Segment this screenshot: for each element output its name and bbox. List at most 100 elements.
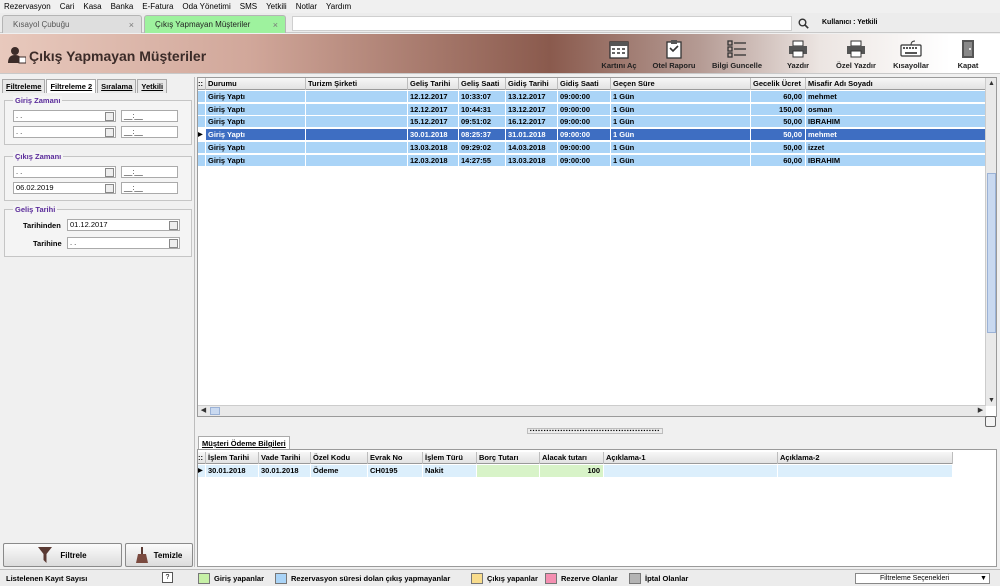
input-value: __:__ bbox=[124, 127, 143, 136]
shortcuts-button[interactable]: Kısayollar bbox=[888, 37, 934, 73]
search-input[interactable] bbox=[292, 16, 792, 31]
exit-date-to-input[interactable]: 06.02.2019 bbox=[13, 182, 116, 194]
scroll-left-icon[interactable]: ◀ bbox=[199, 406, 208, 415]
menu-yardim[interactable]: Yardım bbox=[322, 2, 356, 11]
filter-button[interactable]: Filtrele bbox=[3, 543, 122, 567]
col-gelis-tarihi[interactable]: Geliş Tarihi bbox=[408, 78, 459, 90]
scroll-thumb[interactable] bbox=[987, 173, 996, 333]
menu-oda-yonetimi[interactable]: Oda Yönetimi bbox=[178, 2, 235, 11]
print-button[interactable]: Yazdır bbox=[776, 37, 820, 73]
menu-sms[interactable]: SMS bbox=[236, 2, 262, 11]
calendar-icon[interactable] bbox=[169, 221, 178, 230]
tab-musteri-odeme-bilgileri[interactable]: Müşteri Ödeme Bilgileri bbox=[198, 436, 290, 449]
entry-time-to-input[interactable]: __:__ bbox=[121, 126, 178, 138]
close-icon[interactable]: × bbox=[273, 20, 278, 30]
menu-rezervasyon[interactable]: Rezervasyon bbox=[0, 2, 56, 11]
entry-date-to-input[interactable]: . . bbox=[13, 126, 116, 138]
grid-options-button[interactable] bbox=[985, 416, 996, 427]
col-aciklama-1[interactable]: Açıklama-1 bbox=[604, 452, 778, 464]
cell: 1 Gün bbox=[611, 141, 751, 154]
col-durumu[interactable]: Durumu bbox=[206, 78, 306, 90]
tab-yetkili[interactable]: Yetkili bbox=[137, 79, 168, 93]
scroll-down-icon[interactable]: ▼ bbox=[987, 396, 996, 405]
scroll-up-icon[interactable]: ▲ bbox=[987, 79, 996, 88]
col-ozel-kodu[interactable]: Özel Kodu bbox=[311, 452, 368, 464]
table-row[interactable]: Giriş Yaptı 12.12.2017 10:44:31 13.12.2017 0… bbox=[198, 103, 986, 116]
tab-cikis-yapmayan-musteriler[interactable]: Çıkış Yapmayan Müşteriler × bbox=[144, 15, 286, 33]
legend-iptal-olanlar: İptal Olanlar bbox=[629, 573, 688, 584]
horizontal-scrollbar[interactable]: ◀ ▶ bbox=[198, 405, 986, 416]
scroll-thumb[interactable] bbox=[210, 407, 220, 415]
col-aciklama-2[interactable]: Açıklama-2 bbox=[778, 452, 953, 464]
calendar-icon[interactable] bbox=[169, 239, 178, 248]
menu-kasa[interactable]: Kasa bbox=[79, 2, 106, 11]
table-row[interactable]: Giriş Yaptı 12.03.2018 14:27:55 13.03.2018 0… bbox=[198, 154, 986, 167]
col-gidis-tarihi[interactable]: Gidiş Tarihi bbox=[506, 78, 558, 90]
col-alacak-tutari[interactable]: Alacak tutarı bbox=[540, 452, 604, 464]
col-evrak-no[interactable]: Evrak No bbox=[368, 452, 423, 464]
cell: 12.12.2017 bbox=[408, 91, 459, 103]
tab-filtreleme[interactable]: Filtreleme bbox=[2, 79, 46, 93]
search-icon[interactable] bbox=[794, 15, 812, 32]
exit-time-group: Çıkış Zamanı . . __:__ 06.02.2019 __:__ bbox=[4, 152, 192, 201]
exit-time-to-input[interactable]: __:__ bbox=[121, 182, 178, 194]
exit-time-from-input[interactable]: __:__ bbox=[121, 166, 178, 178]
table-row[interactable]: ▶ Giriş Yaptı 30.01.2018 08:25:37 31.01.2018… bbox=[198, 129, 986, 142]
calendar-icon[interactable] bbox=[105, 128, 114, 137]
chevron-down-icon[interactable]: ▼ bbox=[979, 574, 988, 583]
tab-siralama[interactable]: Sıralama bbox=[97, 79, 137, 93]
calendar-icon[interactable] bbox=[105, 112, 114, 121]
cell: osman bbox=[806, 103, 986, 116]
menu-cari[interactable]: Cari bbox=[56, 2, 80, 11]
input-value: . . bbox=[70, 238, 77, 247]
exit-date-from-input[interactable]: . . bbox=[13, 166, 116, 178]
col-turizm-sirketi[interactable]: Turizm Şirketi bbox=[306, 78, 408, 90]
hotel-report-button[interactable]: Otel Raporu bbox=[648, 37, 700, 73]
open-card-button[interactable]: Kartını Aç bbox=[594, 37, 644, 73]
calendar-icon[interactable] bbox=[105, 168, 114, 177]
cell: 09:00:00 bbox=[558, 91, 611, 103]
table-row[interactable]: Giriş Yaptı 13.03.2018 09:29:02 14.03.2018 0… bbox=[198, 141, 986, 154]
close-icon[interactable]: × bbox=[129, 20, 134, 30]
menu-yetkili[interactable]: Yetkili bbox=[262, 2, 292, 11]
payment-row[interactable]: ▶ 30.01.2018 30.01.2018 Ödeme CH0195 Nak… bbox=[198, 465, 953, 477]
tab-kisayol-cubugu[interactable]: Kısayol Çubuğu × bbox=[2, 15, 142, 33]
filter-options-select[interactable]: Filtreleme Seçenekleri ▼ bbox=[855, 573, 990, 584]
tab-filtreleme-2[interactable]: Filtreleme 2 bbox=[46, 79, 97, 93]
panel-splitter[interactable]: ▪▪▪▪▪▪▪▪▪▪▪▪▪▪▪▪▪▪▪▪▪▪▪▪▪▪▪▪▪▪▪▪▪▪▪▪▪▪▪▪… bbox=[527, 428, 663, 434]
cell bbox=[306, 116, 408, 129]
menu-banka[interactable]: Banka bbox=[107, 2, 139, 11]
custom-print-button[interactable]: Özel Yazdır bbox=[830, 37, 882, 73]
entry-date-from-input[interactable]: . . bbox=[13, 110, 116, 122]
input-value: 01.12.2017 bbox=[70, 220, 108, 229]
col-vade-tarihi[interactable]: Vade Tarihi bbox=[259, 452, 311, 464]
legend-swatch bbox=[471, 573, 483, 584]
col-borc-tutari[interactable]: Borç Tutarı bbox=[477, 452, 540, 464]
cell bbox=[306, 129, 408, 142]
arrival-to-date-input[interactable]: . . bbox=[67, 237, 180, 249]
vertical-scrollbar[interactable]: ▲ ▼ bbox=[985, 78, 996, 406]
update-info-button[interactable]: Bilgi Guncelle bbox=[706, 37, 768, 73]
clear-button[interactable]: Temizle bbox=[125, 543, 193, 567]
col-islem-tarihi[interactable]: İşlem Tarihi bbox=[206, 452, 259, 464]
arrival-from-date-input[interactable]: 01.12.2017 bbox=[67, 219, 180, 231]
cell: 09:00:00 bbox=[558, 129, 611, 142]
help-icon[interactable]: ? bbox=[162, 572, 173, 583]
close-button[interactable]: Kapat bbox=[950, 37, 986, 73]
col-gecen-sure[interactable]: Geçen Süre bbox=[611, 78, 751, 90]
entry-time-from-input[interactable]: __:__ bbox=[121, 110, 178, 122]
col-gidis-saati[interactable]: Gidiş Saati bbox=[558, 78, 611, 90]
funnel-icon bbox=[38, 547, 53, 563]
menu-notlar[interactable]: Notlar bbox=[292, 2, 322, 11]
col-gelis-saati[interactable]: Geliş Saati bbox=[459, 78, 506, 90]
col-islem-turu[interactable]: İşlem Türü bbox=[423, 452, 477, 464]
scroll-right-icon[interactable]: ▶ bbox=[976, 406, 985, 415]
col-gecelik-ucret[interactable]: Gecelik Ücret bbox=[751, 78, 806, 90]
cell bbox=[306, 154, 408, 167]
table-row[interactable]: Giriş Yaptı 12.12.2017 10:33:07 13.12.2017 0… bbox=[198, 91, 986, 103]
calendar-icon[interactable] bbox=[105, 184, 114, 193]
table-row[interactable]: Giriş Yaptı 15.12.2017 09:51:02 16.12.2017 0… bbox=[198, 116, 986, 129]
cell: Giriş Yaptı bbox=[206, 103, 306, 116]
col-misafir-adi-soyadi[interactable]: Misafir Adı Soyadı bbox=[806, 78, 986, 90]
menu-e-fatura[interactable]: E-Fatura bbox=[138, 2, 178, 11]
